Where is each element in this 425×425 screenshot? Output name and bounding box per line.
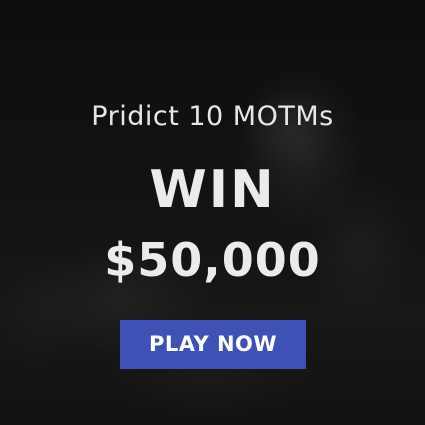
win-text: WIN: [149, 160, 276, 220]
prize-amount: $50,000: [104, 233, 321, 287]
headline-text: Pridict 10 MOTMs: [91, 101, 334, 132]
promo-banner[interactable]: Pridict 10 MOTMs WIN $50,000 PLAY NOW: [0, 0, 425, 425]
play-now-button[interactable]: PLAY NOW: [120, 320, 306, 369]
